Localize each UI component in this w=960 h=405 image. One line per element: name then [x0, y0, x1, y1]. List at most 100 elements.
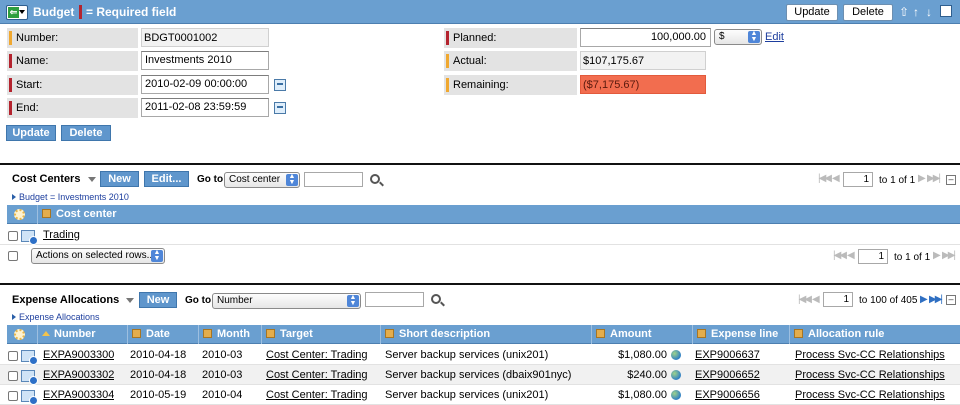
allocation-rule-link[interactable]: Process Svc-CC Relationships — [795, 385, 945, 405]
allocation-number-link[interactable]: EXPA9003300 — [43, 345, 114, 365]
currency-globe-icon — [671, 370, 681, 380]
gear-icon[interactable] — [14, 209, 25, 220]
last-page-icon[interactable]: ▶▶| — [929, 294, 943, 305]
search-icon[interactable] — [431, 294, 441, 304]
header-update-button[interactable]: Update — [786, 4, 838, 21]
record-preview-icon[interactable] — [21, 370, 38, 385]
currency-globe-icon — [671, 350, 681, 360]
allocation-target-link[interactable]: Cost Center: Trading — [266, 345, 368, 365]
allocation-rule-link[interactable]: Process Svc-CC Relationships — [795, 345, 945, 365]
allocation-month: 2010-03 — [202, 349, 243, 361]
cost-centers-new-button[interactable]: New — [100, 171, 139, 187]
number-field: BDGT0001002 — [141, 28, 269, 47]
edit-currency-link[interactable]: Edit — [765, 31, 784, 43]
record-preview-icon[interactable] — [21, 350, 38, 365]
row-checkbox[interactable] — [8, 391, 18, 401]
sort-icon — [203, 329, 212, 338]
expense-allocations-new-button[interactable]: New — [139, 292, 177, 308]
list-view-icon[interactable] — [940, 5, 952, 17]
next-page-icon[interactable]: ▶ — [918, 173, 926, 184]
remaining-label: Remaining: — [444, 75, 577, 95]
expense-allocations-title[interactable]: Expense Allocations — [12, 294, 135, 306]
end-date-input[interactable]: 2011-02-08 23:59:59 — [141, 98, 269, 117]
cost-centers-goto-input[interactable] — [304, 172, 363, 187]
column-header-target[interactable]: Target — [261, 325, 380, 344]
expense-allocations-breadcrumb[interactable]: Expense Allocations — [12, 312, 100, 322]
start-date-input[interactable]: 2010-02-09 00:00:00 — [141, 75, 269, 94]
back-menu-button[interactable]: ⇐ — [6, 5, 28, 20]
next-record-icon[interactable]: ↓ — [926, 5, 932, 19]
expense-allocations-goto-select[interactable]: Number ▲ ▼ — [212, 293, 361, 309]
start-label: Start: — [7, 75, 138, 95]
expense-line-link[interactable]: EXP9006656 — [695, 385, 760, 405]
first-page-icon[interactable]: |◀◀ — [833, 250, 847, 261]
column-header-number[interactable]: Number — [37, 325, 127, 344]
allocation-target-link[interactable]: Cost Center: Trading — [266, 365, 368, 385]
expense-allocations-goto-input[interactable] — [365, 292, 424, 307]
number-label: Number: — [7, 28, 138, 48]
calendar-icon[interactable] — [274, 79, 286, 91]
delete-button[interactable]: Delete — [61, 125, 111, 141]
column-header-date[interactable]: Date — [127, 325, 198, 344]
header-delete-button[interactable]: Delete — [843, 4, 893, 21]
allocation-month: 2010-03 — [202, 369, 243, 381]
back-arrow-icon: ⇐ — [8, 7, 19, 18]
select-all-checkbox[interactable] — [8, 251, 18, 261]
column-header-amount[interactable]: Amount — [591, 325, 692, 344]
planned-amount-input[interactable]: 100,000.00 — [580, 28, 711, 47]
table-row: EXPA9003304 2010-05-19 2010-04 Cost Cent… — [0, 385, 960, 405]
expense-line-link[interactable]: EXP9006637 — [695, 345, 760, 365]
name-label: Name: — [7, 51, 138, 71]
column-header-month[interactable]: Month — [198, 325, 261, 344]
cost-centers-edit-button[interactable]: Edit... — [144, 171, 189, 187]
name-input[interactable]: Investments 2010 — [141, 51, 269, 70]
next-page-icon[interactable]: ▶ — [920, 294, 928, 305]
column-header-short-description[interactable]: Short description — [380, 325, 591, 344]
allocation-amount: $1,080.00 — [618, 389, 667, 401]
column-header-expense-line[interactable]: Expense line — [692, 325, 789, 344]
cost-centers-footer-page-input[interactable]: 1 — [858, 249, 888, 264]
cost-centers-goto-select[interactable]: Cost center ▲ ▼ — [224, 172, 300, 188]
expense-allocations-page-input[interactable]: 1 — [823, 292, 853, 307]
attachment-icon[interactable]: ⇧ — [899, 5, 909, 19]
calendar-icon[interactable] — [274, 102, 286, 114]
previous-page-icon[interactable]: ◀ — [812, 294, 820, 305]
readonly-mark-icon — [9, 31, 12, 45]
cost-center-link[interactable]: Trading — [43, 225, 80, 245]
row-checkbox[interactable] — [8, 231, 18, 241]
allocation-date: 2010-04-18 — [130, 369, 187, 381]
expense-allocations-page-range: to 100 of 405 — [859, 295, 918, 306]
column-header-cost-center[interactable]: Cost center — [37, 205, 960, 224]
record-preview-icon[interactable] — [21, 390, 38, 405]
cost-centers-page-input[interactable]: 1 — [843, 172, 873, 187]
column-header-allocation-rule[interactable]: Allocation rule — [789, 325, 960, 344]
row-checkbox[interactable] — [8, 371, 18, 381]
expense-line-link[interactable]: EXP9006652 — [695, 365, 760, 385]
actions-select[interactable]: Actions on selected rows... ▲ ▼ — [31, 248, 165, 264]
allocation-amount: $240.00 — [627, 369, 667, 381]
update-button[interactable]: Update — [6, 125, 56, 141]
search-icon[interactable] — [370, 174, 380, 184]
currency-select[interactable]: $ ▲ ▼ — [714, 29, 762, 45]
last-page-icon[interactable]: ▶▶| — [927, 173, 941, 184]
previous-page-icon[interactable]: ◀ — [847, 250, 855, 261]
record-preview-icon[interactable] — [21, 230, 38, 245]
collapse-icon[interactable]: – — [946, 175, 956, 185]
next-page-icon[interactable]: ▶ — [933, 250, 941, 261]
previous-page-icon[interactable]: ◀ — [832, 173, 840, 184]
row-checkbox[interactable] — [8, 351, 18, 361]
cost-centers-breadcrumb[interactable]: Budget = Investments 2010 — [12, 192, 129, 202]
cost-centers-title[interactable]: Cost Centers — [12, 173, 96, 185]
allocation-number-link[interactable]: EXPA9003304 — [43, 385, 114, 405]
last-page-icon[interactable]: ▶▶| — [942, 250, 956, 261]
previous-record-icon[interactable]: ↑ — [913, 5, 919, 19]
collapse-icon[interactable]: – — [946, 295, 956, 305]
sort-ascending-icon — [42, 331, 50, 336]
first-page-icon[interactable]: |◀◀ — [818, 173, 832, 184]
gear-icon[interactable] — [14, 329, 25, 340]
cost-centers-page-range: to 1 of 1 — [879, 175, 916, 186]
allocation-number-link[interactable]: EXPA9003302 — [43, 365, 114, 385]
allocation-rule-link[interactable]: Process Svc-CC Relationships — [795, 365, 945, 385]
allocation-target-link[interactable]: Cost Center: Trading — [266, 385, 368, 405]
first-page-icon[interactable]: |◀◀ — [798, 294, 812, 305]
